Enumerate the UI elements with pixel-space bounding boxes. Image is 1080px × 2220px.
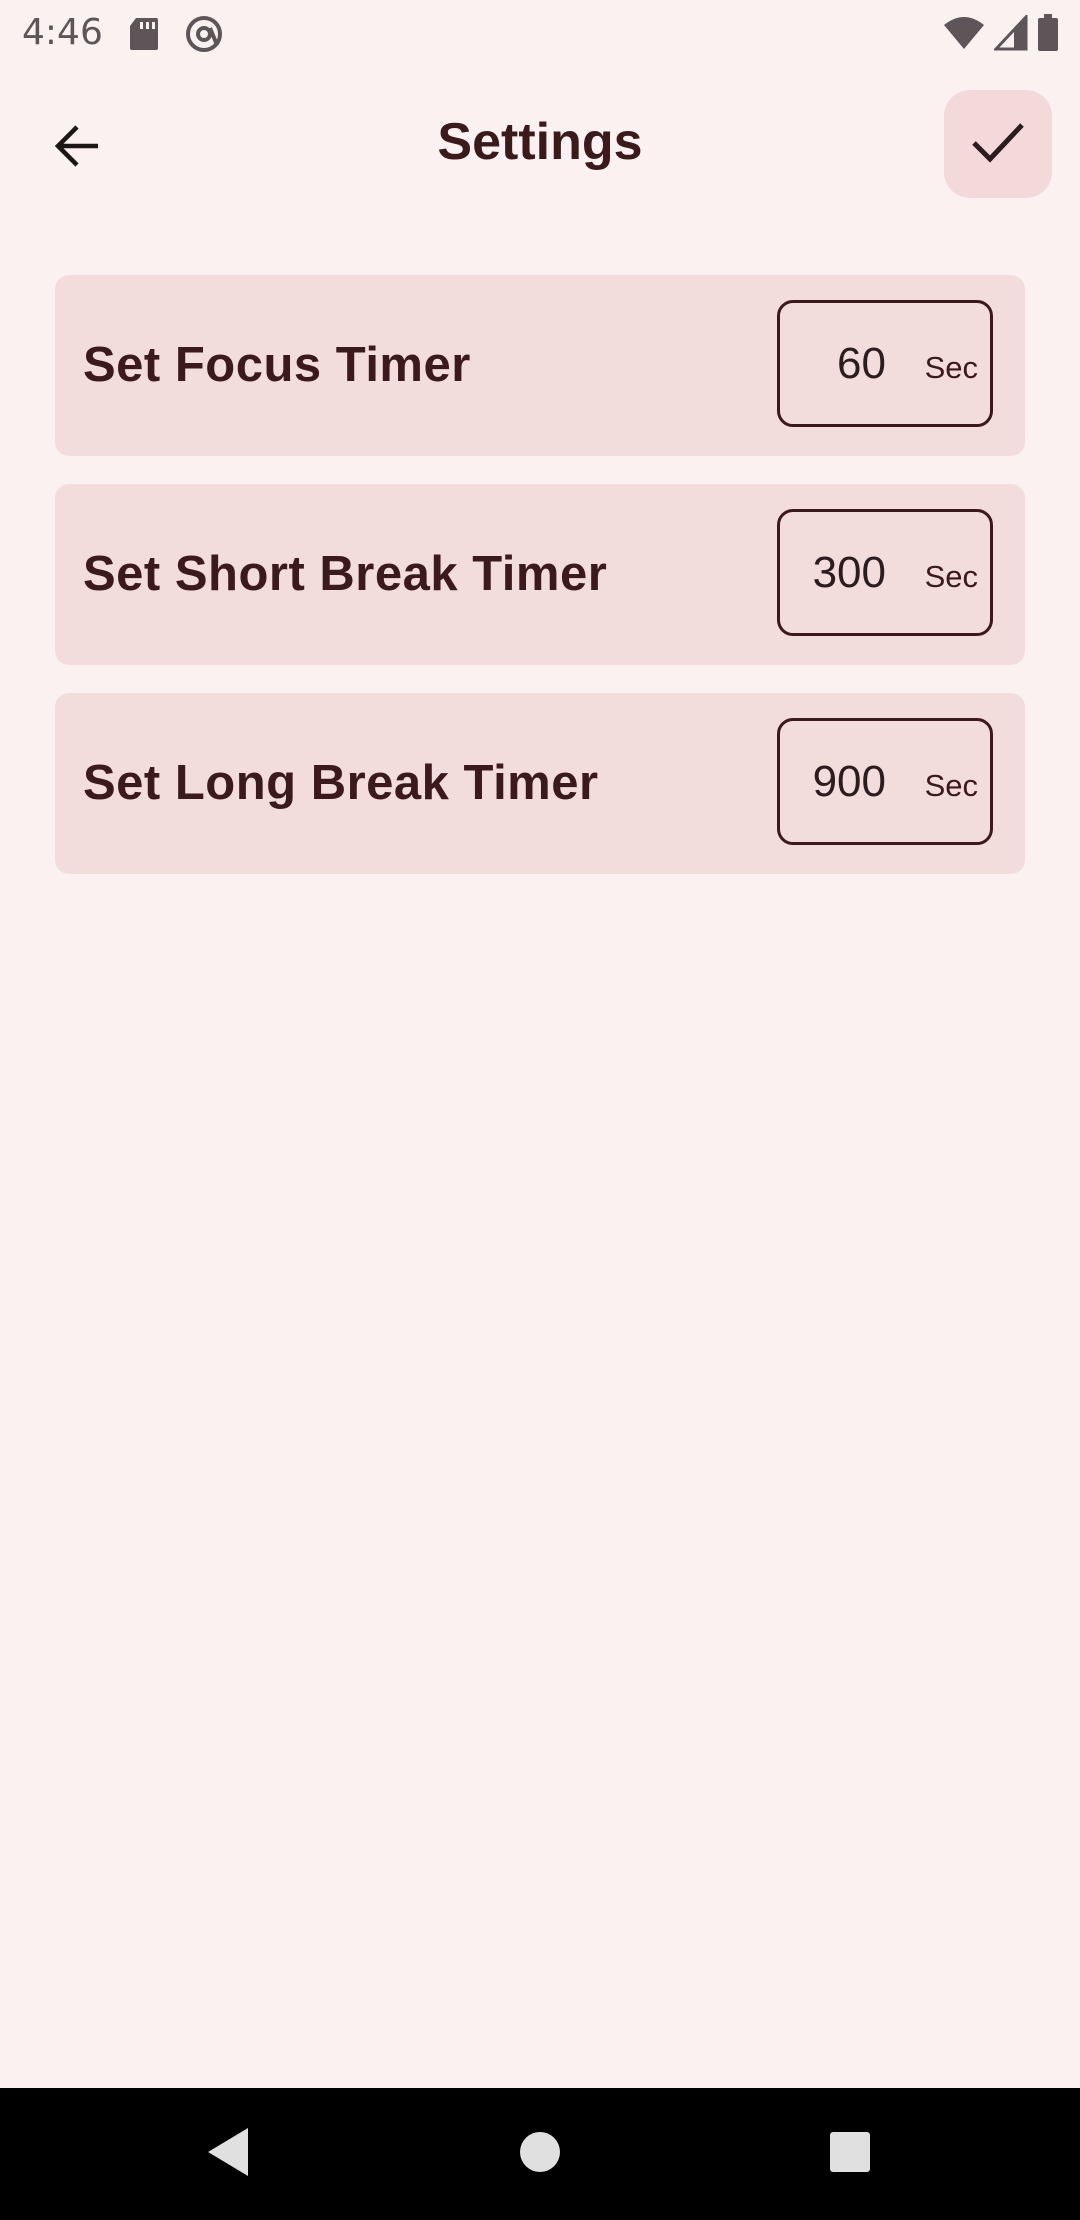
field-value: 900 [812, 757, 886, 806]
at-sign-icon [184, 14, 224, 59]
app-bar: Settings [0, 80, 1080, 210]
status-left-icons [128, 14, 224, 59]
field-value: 300 [812, 548, 886, 597]
wifi-icon [942, 15, 986, 56]
check-icon [971, 121, 1025, 168]
setting-card-focus-timer: Set Focus Timer 60 Sec [55, 275, 1025, 456]
setting-label: Set Short Break Timer [83, 547, 608, 601]
short-break-timer-input[interactable]: 300 Sec [777, 509, 993, 636]
settings-list: Set Focus Timer 60 Sec Set Short Break T… [55, 275, 1025, 902]
focus-timer-input[interactable]: 60 Sec [777, 300, 993, 427]
setting-label: Set Focus Timer [83, 338, 471, 392]
setting-card-long-break-timer: Set Long Break Timer 900 Sec [55, 693, 1025, 874]
setting-card-short-break-timer: Set Short Break Timer 300 Sec [55, 484, 1025, 665]
field-value: 60 [837, 339, 886, 388]
cell-signal-icon [992, 13, 1028, 56]
nav-recents-icon [828, 2130, 872, 2179]
sd-card-icon [128, 16, 160, 57]
page-title: Settings [437, 113, 643, 171]
nav-back-button[interactable] [192, 2118, 264, 2190]
field-unit-suffix: Sec [924, 768, 978, 803]
nav-back-icon [204, 2126, 252, 2183]
nav-recents-button[interactable] [814, 2118, 886, 2190]
confirm-button[interactable] [944, 90, 1052, 198]
system-nav-bar [0, 2088, 1080, 2220]
nav-home-button[interactable] [504, 2118, 576, 2190]
field-unit-suffix: Sec [924, 350, 978, 385]
nav-home-icon [518, 2130, 562, 2179]
battery-icon [1036, 14, 1060, 57]
long-break-timer-input[interactable]: 900 Sec [777, 718, 993, 845]
setting-label: Set Long Break Timer [83, 756, 599, 810]
field-unit-suffix: Sec [924, 559, 978, 594]
status-right-icons [942, 13, 1060, 57]
status-bar: 4:46 [0, 0, 1080, 66]
status-time: 4:46 [22, 12, 103, 53]
